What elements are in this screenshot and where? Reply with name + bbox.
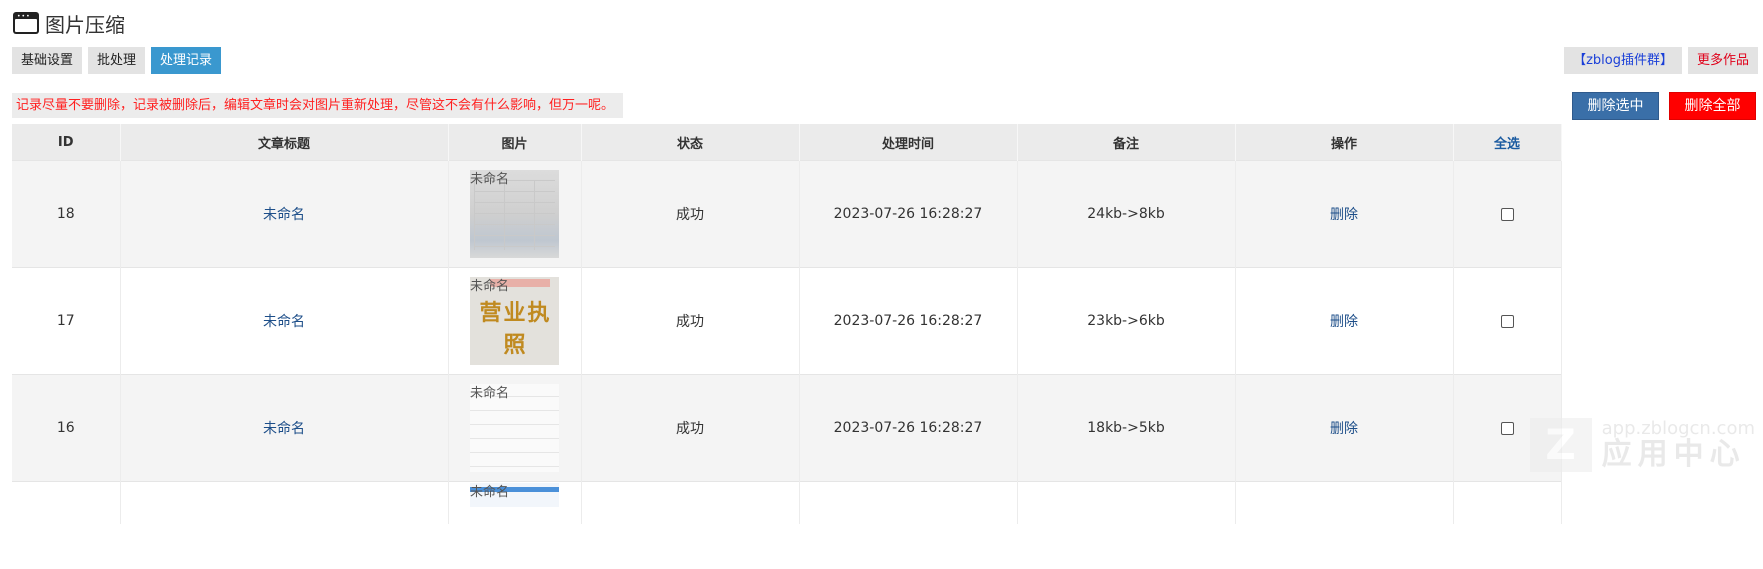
- tab-basic-settings[interactable]: 基础设置: [12, 47, 83, 74]
- tab-bar: 基础设置 批处理 处理记录: [12, 47, 222, 74]
- row-checkbox[interactable]: [1500, 421, 1514, 435]
- table-row: 18 未命名 未命名 成功 2023-07-26 16:28:27 24kb->…: [12, 160, 1562, 268]
- delete-all-button[interactable]: 删除全部: [1669, 92, 1756, 120]
- header-links: 【zblog插件群】 更多作品: [1564, 47, 1758, 74]
- qq-group-link[interactable]: 【zblog插件群】: [1564, 47, 1682, 74]
- delete-link[interactable]: 删除: [1235, 160, 1454, 268]
- page-title: 图片压缩: [45, 12, 125, 37]
- table-row: 16 未命名 未命名 成功 2023-07-26 16:28:27 18kb->…: [12, 374, 1562, 482]
- image-cell: 未命名: [448, 374, 582, 482]
- row-id: 18: [12, 160, 121, 268]
- watermark: Z app.zblogcn.com 应用中心: [1529, 418, 1755, 472]
- watermark-text: 应用中心: [1601, 437, 1746, 472]
- bulk-actions: 删除选中 删除全部: [1572, 92, 1756, 120]
- image-thumbnail[interactable]: 未命名: [470, 384, 559, 472]
- image-thumbnail[interactable]: 未命名 营业执照: [470, 277, 559, 365]
- more-works-link[interactable]: 更多作品: [1687, 47, 1758, 74]
- select-all-toggle[interactable]: 全选: [1453, 124, 1562, 161]
- column-header-operation: 操作: [1235, 124, 1454, 161]
- column-header-title: 文章标题: [120, 124, 449, 161]
- tab-process-records[interactable]: 处理记录: [151, 47, 222, 74]
- delete-selected-button[interactable]: 删除选中: [1572, 92, 1659, 120]
- row-id: 17: [12, 267, 121, 375]
- process-time: 2023-07-26 16:28:27: [799, 374, 1018, 482]
- note-text: 24kb->8kb: [1017, 160, 1236, 268]
- status-text: 成功: [581, 160, 800, 268]
- app-window-icon: •••: [13, 12, 39, 34]
- note-text: 23kb->6kb: [1017, 267, 1236, 375]
- column-header-note: 备注: [1017, 124, 1236, 161]
- select-cell: [1453, 267, 1562, 375]
- process-time: 2023-07-26 16:28:27: [799, 267, 1018, 375]
- image-cell: 未命名: [448, 481, 582, 524]
- column-header-id: ID: [12, 124, 121, 161]
- process-time: 2023-07-26 16:28:27: [799, 160, 1018, 268]
- article-title-link[interactable]: 未命名: [120, 160, 449, 268]
- article-title-link[interactable]: 未命名: [120, 374, 449, 482]
- select-cell: [1453, 374, 1562, 482]
- row-checkbox[interactable]: [1500, 207, 1514, 221]
- row-checkbox[interactable]: [1500, 314, 1514, 328]
- note-text: 18kb->5kb: [1017, 374, 1236, 482]
- image-cell: 未命名: [448, 160, 582, 268]
- status-text: 成功: [581, 267, 800, 375]
- column-header-status: 状态: [581, 124, 800, 161]
- tab-batch-process[interactable]: 批处理: [88, 47, 146, 74]
- status-text: 成功: [581, 374, 800, 482]
- column-header-image: 图片: [448, 124, 582, 161]
- delete-link[interactable]: 删除: [1235, 267, 1454, 375]
- watermark-url: app.zblogcn.com: [1601, 418, 1755, 439]
- image-cell: 未命名 营业执照: [448, 267, 582, 375]
- header: ••• 图片压缩: [13, 10, 125, 37]
- row-id: 16: [12, 374, 121, 482]
- article-title-link[interactable]: 未命名: [120, 267, 449, 375]
- warning-notice: 记录尽量不要删除，记录被删除后，编辑文章时会对图片重新处理，尽管这不会有什么影响…: [12, 93, 624, 118]
- table-row: 未命名: [12, 481, 1562, 524]
- delete-link[interactable]: 删除: [1235, 374, 1454, 482]
- records-table: ID 文章标题 图片 状态 处理时间 备注 操作 全选 18 未命名 未命名 成…: [12, 124, 1562, 524]
- column-header-time: 处理时间: [799, 124, 1018, 161]
- table-header-row: ID 文章标题 图片 状态 处理时间 备注 操作 全选: [12, 124, 1562, 161]
- table-row: 17 未命名 未命名 营业执照 成功 2023-07-26 16:28:27 2…: [12, 267, 1562, 375]
- image-thumbnail[interactable]: 未命名: [470, 483, 559, 507]
- image-thumbnail[interactable]: 未命名: [470, 170, 559, 258]
- select-cell: [1453, 160, 1562, 268]
